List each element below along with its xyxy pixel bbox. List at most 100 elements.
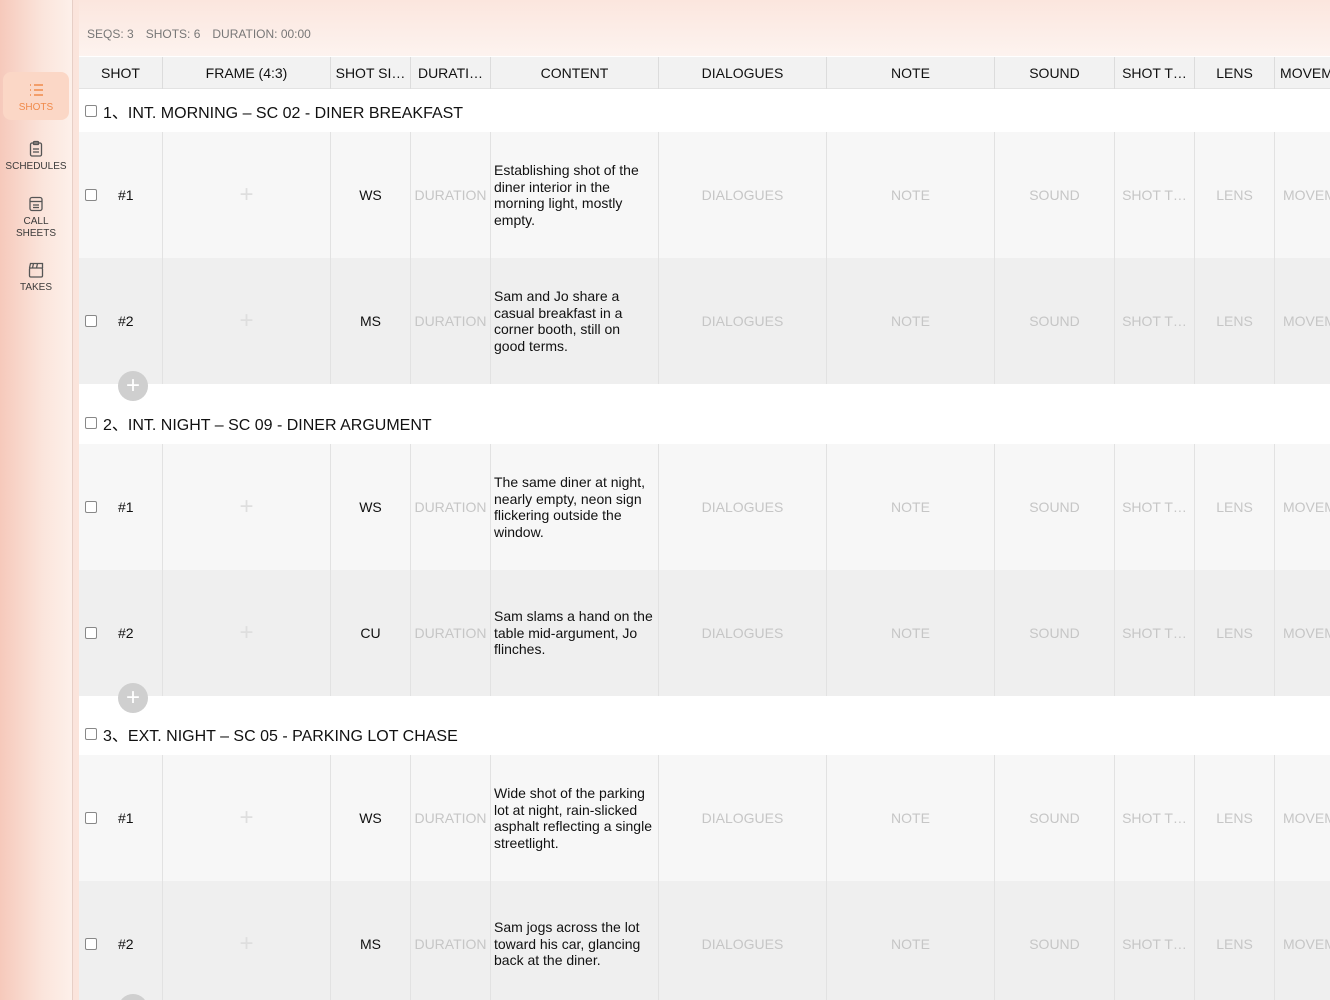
frame-cell[interactable]: + <box>163 258 331 384</box>
content-cell[interactable]: Establishing shot of the diner interior … <box>491 132 659 258</box>
shot-type-cell[interactable]: SHOT T… <box>1115 570 1195 696</box>
duration-cell[interactable]: DURATION <box>411 444 491 570</box>
shot-row[interactable]: #2 + MS DURATION Sam jogs across the lot tow… <box>79 881 1330 1000</box>
column-header-duration[interactable]: DURATI… <box>411 57 491 89</box>
duration-cell[interactable]: DURATION <box>411 570 491 696</box>
add-shot-plus-icon[interactable]: + <box>118 371 148 401</box>
shot-row[interactable]: #1 + WS DURATION Establishing shot of the di… <box>79 132 1330 258</box>
sound-cell[interactable]: SOUND <box>995 444 1115 570</box>
dialogues-cell[interactable]: DIALOGUES <box>659 881 827 1000</box>
content-cell[interactable]: Sam slams a hand on the table mid-argume… <box>491 570 659 696</box>
duration-cell[interactable]: DURATION <box>411 258 491 384</box>
add-frame-plus-icon[interactable]: + <box>239 930 253 958</box>
dialogues-cell[interactable]: DIALOGUES <box>659 444 827 570</box>
add-frame-plus-icon[interactable]: + <box>239 619 253 647</box>
shot-row[interactable]: #1 + WS DURATION The same diner at night, ne… <box>79 444 1330 570</box>
note-cell[interactable]: NOTE <box>827 258 995 384</box>
column-header-dialogues[interactable]: DIALOGUES <box>659 57 827 89</box>
duration-cell[interactable]: DURATION <box>411 132 491 258</box>
movement-cell[interactable]: MOVEM <box>1275 258 1330 384</box>
dialogues-cell[interactable]: DIALOGUES <box>659 755 827 881</box>
dialogues-cell[interactable]: DIALOGUES <box>659 132 827 258</box>
column-header-note[interactable]: NOTE <box>827 57 995 89</box>
note-cell[interactable]: NOTE <box>827 570 995 696</box>
column-header-shot-type[interactable]: SHOT T… <box>1115 57 1195 89</box>
note-cell[interactable]: NOTE <box>827 755 995 881</box>
sound-cell[interactable]: SOUND <box>995 258 1115 384</box>
content-cell[interactable]: The same diner at night, nearly empty, n… <box>491 444 659 570</box>
content-cell[interactable]: Sam and Jo share a casual breakfast in a… <box>491 258 659 384</box>
column-header-sound[interactable]: SOUND <box>995 57 1115 89</box>
add-shot-plus-icon[interactable]: + <box>118 683 148 713</box>
sequence-header[interactable]: 1、INT. MORNING – SC 02 - DINER BREAKFAST <box>79 90 1330 132</box>
note-cell[interactable]: NOTE <box>827 132 995 258</box>
lens-cell[interactable]: LENS <box>1195 755 1275 881</box>
duration-cell[interactable]: DURATION <box>411 881 491 1000</box>
add-frame-plus-icon[interactable]: + <box>239 181 253 209</box>
lens-cell[interactable]: LENS <box>1195 570 1275 696</box>
dialogues-cell[interactable]: DIALOGUES <box>659 570 827 696</box>
sequence-header[interactable]: 2、INT. NIGHT – SC 09 - DINER ARGUMENT <box>79 402 1330 444</box>
nav-schedules[interactable]: SCHEDULES <box>3 140 69 173</box>
shot-type-cell[interactable]: SHOT T… <box>1115 881 1195 1000</box>
add-frame-plus-icon[interactable]: + <box>239 804 253 832</box>
sound-cell[interactable]: SOUND <box>995 132 1115 258</box>
add-frame-plus-icon[interactable]: + <box>239 493 253 521</box>
shot-row[interactable]: #2 + CU DURATION Sam slams a hand on the tab… <box>79 570 1330 696</box>
shot-type-cell[interactable]: SHOT T… <box>1115 132 1195 258</box>
sound-cell[interactable]: SOUND <box>995 881 1115 1000</box>
frame-cell[interactable]: + <box>163 881 331 1000</box>
frame-cell[interactable]: + <box>163 570 331 696</box>
content-cell[interactable]: Wide shot of the parking lot at night, r… <box>491 755 659 881</box>
shot-size-cell[interactable]: MS <box>331 881 411 1000</box>
shot-row[interactable]: #2 + MS DURATION Sam and Jo share a casual b… <box>79 258 1330 384</box>
shot-size-cell[interactable]: WS <box>331 444 411 570</box>
shot-checkbox[interactable] <box>85 812 97 824</box>
lens-cell[interactable]: LENS <box>1195 444 1275 570</box>
movement-cell[interactable]: MOVEM <box>1275 132 1330 258</box>
shot-size-cell[interactable]: CU <box>331 570 411 696</box>
frame-cell[interactable]: + <box>163 755 331 881</box>
frame-cell[interactable]: + <box>163 444 331 570</box>
shot-checkbox[interactable] <box>85 189 97 201</box>
shot-type-cell[interactable]: SHOT T… <box>1115 755 1195 881</box>
movement-cell[interactable]: MOVEM <box>1275 570 1330 696</box>
note-cell[interactable]: NOTE <box>827 881 995 1000</box>
sequence-header[interactable]: 3、EXT. NIGHT – SC 05 - PARKING LOT CHASE <box>79 713 1330 755</box>
column-header-frame[interactable]: FRAME (4:3) <box>163 57 331 89</box>
shot-checkbox[interactable] <box>85 315 97 327</box>
note-cell[interactable]: NOTE <box>827 444 995 570</box>
frame-cell[interactable]: + <box>163 132 331 258</box>
shot-type-cell[interactable]: SHOT T… <box>1115 258 1195 384</box>
shot-row[interactable]: #1 + WS DURATION Wide shot of the parking lo… <box>79 755 1330 881</box>
movement-cell[interactable]: MOVEM <box>1275 881 1330 1000</box>
duration-cell[interactable]: DURATION <box>411 755 491 881</box>
shot-size-cell[interactable]: MS <box>331 258 411 384</box>
lens-cell[interactable]: LENS <box>1195 258 1275 384</box>
nav-takes[interactable]: TAKES <box>3 261 69 294</box>
nav-shots[interactable]: SHOTS <box>3 72 69 120</box>
sequence-checkbox[interactable] <box>85 417 97 429</box>
content-cell[interactable]: Sam jogs across the lot toward his car, … <box>491 881 659 1000</box>
shot-type-cell[interactable]: SHOT T… <box>1115 444 1195 570</box>
lens-cell[interactable]: LENS <box>1195 132 1275 258</box>
column-header-shot[interactable]: SHOT <box>79 57 163 89</box>
column-header-lens[interactable]: LENS <box>1195 57 1275 89</box>
shot-size-cell[interactable]: WS <box>331 755 411 881</box>
add-frame-plus-icon[interactable]: + <box>239 307 253 335</box>
sound-cell[interactable]: SOUND <box>995 570 1115 696</box>
movement-cell[interactable]: MOVEM <box>1275 755 1330 881</box>
movement-cell[interactable]: MOVEM <box>1275 444 1330 570</box>
nav-call-sheets[interactable]: CALL SHEETS <box>3 195 69 240</box>
column-header-movement[interactable]: MOVEM <box>1275 57 1330 89</box>
dialogues-cell[interactable]: DIALOGUES <box>659 258 827 384</box>
lens-cell[interactable]: LENS <box>1195 881 1275 1000</box>
shot-size-cell[interactable]: WS <box>331 132 411 258</box>
column-header-content[interactable]: CONTENT <box>491 57 659 89</box>
shot-checkbox[interactable] <box>85 938 97 950</box>
sequence-checkbox[interactable] <box>85 105 97 117</box>
shot-checkbox[interactable] <box>85 501 97 513</box>
sound-cell[interactable]: SOUND <box>995 755 1115 881</box>
column-header-shot-size[interactable]: SHOT SI… <box>331 57 411 89</box>
shot-checkbox[interactable] <box>85 627 97 639</box>
